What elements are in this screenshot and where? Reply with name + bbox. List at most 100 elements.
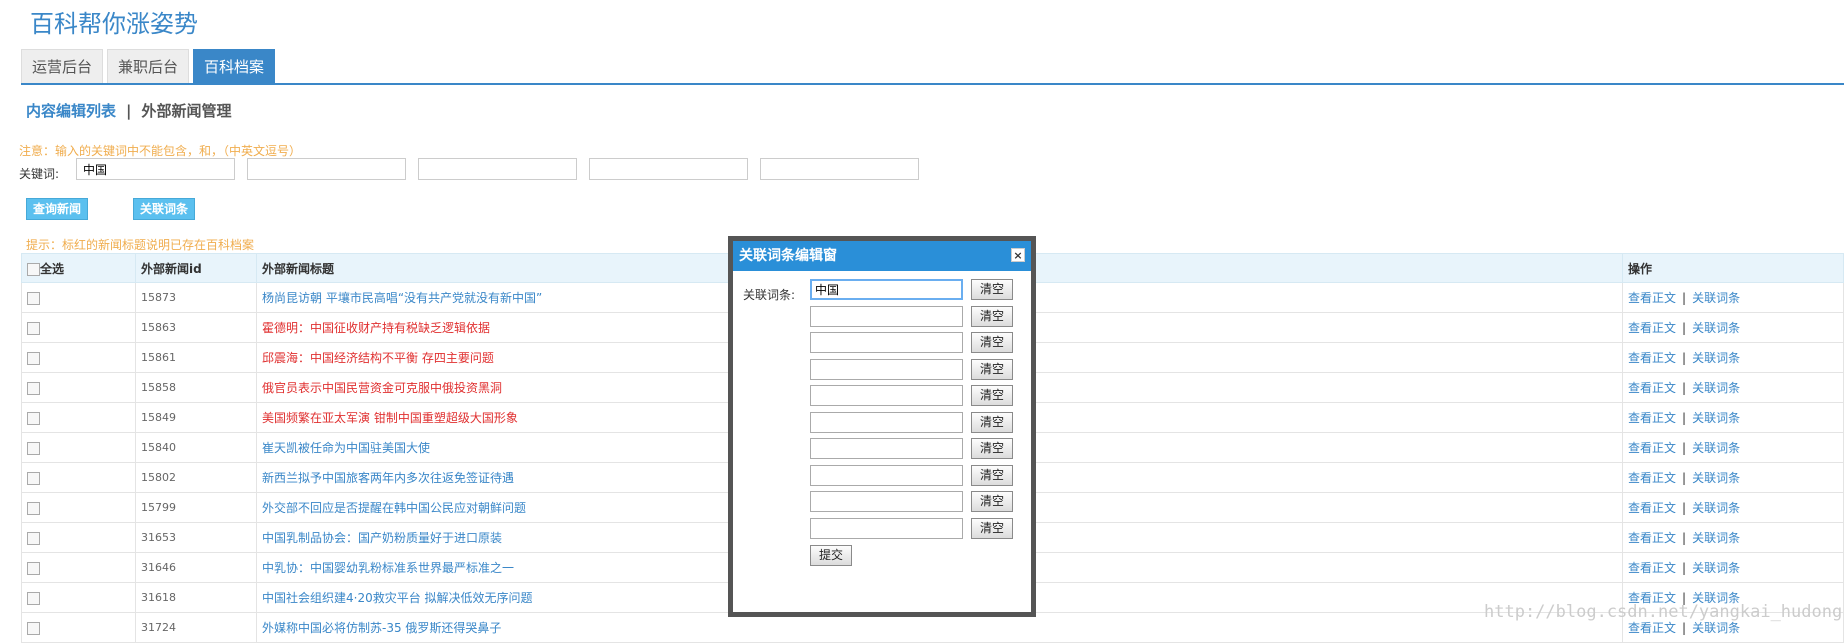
ops-separator: |: [1682, 321, 1687, 335]
link-entry-link[interactable]: 关联词条: [1692, 561, 1740, 575]
subnav-external-news[interactable]: 外部新闻管理: [142, 102, 232, 120]
row-checkbox[interactable]: [27, 351, 40, 365]
clear-button[interactable]: 清空: [971, 491, 1013, 512]
row-ops: 查看正文 | 关联词条: [1622, 342, 1844, 373]
modal-entry-input[interactable]: [810, 491, 963, 512]
row-id: 15863: [135, 312, 257, 343]
select-all-checkbox[interactable]: [27, 262, 40, 276]
row-select-cell: [21, 432, 136, 463]
subnav: 内容编辑列表 | 外部新闻管理: [26, 100, 232, 121]
query-news-button[interactable]: 查询新闻: [26, 198, 89, 220]
ops-separator: |: [1682, 411, 1687, 425]
subnav-content-list[interactable]: 内容编辑列表: [26, 102, 116, 120]
ops-separator: |: [1682, 501, 1687, 515]
row-id: 15849: [135, 402, 257, 433]
modal-entry-input[interactable]: [810, 411, 963, 433]
link-entry-link[interactable]: 关联词条: [1692, 321, 1740, 335]
row-checkbox[interactable]: [27, 321, 40, 335]
row-id: 31646: [135, 552, 257, 583]
link-entry-button[interactable]: 关联词条: [133, 198, 196, 220]
modal-entry-input[interactable]: [810, 358, 963, 380]
view-content-link[interactable]: 查看正文: [1628, 561, 1676, 575]
clear-button[interactable]: 清空: [971, 332, 1013, 353]
modal-entry-input[interactable]: [810, 517, 963, 539]
tab-encyclopedia[interactable]: 百科档案: [193, 49, 276, 85]
link-entry-link[interactable]: 关联词条: [1692, 441, 1740, 455]
link-entry-link[interactable]: 关联词条: [1692, 471, 1740, 485]
row-select-cell: [21, 372, 136, 403]
link-entry-link[interactable]: 关联词条: [1692, 351, 1740, 365]
link-entry-link[interactable]: 关联词条: [1692, 531, 1740, 545]
ops-separator: |: [1682, 441, 1687, 455]
row-ops: 查看正文 | 关联词条: [1622, 552, 1844, 583]
keyword-input-1[interactable]: [76, 158, 235, 180]
keyword-input-3[interactable]: [418, 158, 577, 180]
tab-parttime[interactable]: 兼职后台: [107, 49, 190, 85]
row-id: 15840: [135, 432, 257, 463]
clear-button[interactable]: 清空: [971, 305, 1013, 327]
tab-operations[interactable]: 运营后台: [21, 49, 104, 85]
keyword-label: 关键词:: [19, 167, 60, 181]
row-id: 15858: [135, 372, 257, 403]
view-content-link[interactable]: 查看正文: [1628, 441, 1676, 455]
modal-header: 关联词条编辑窗 ×: [733, 241, 1031, 271]
clear-button[interactable]: 清空: [971, 464, 1013, 486]
link-entry-link[interactable]: 关联词条: [1692, 291, 1740, 305]
row-checkbox[interactable]: [27, 531, 40, 545]
row-select-cell: [21, 492, 136, 523]
clear-button[interactable]: 清空: [971, 358, 1013, 380]
view-content-link[interactable]: 查看正文: [1628, 321, 1676, 335]
clear-button[interactable]: 清空: [971, 385, 1013, 406]
modal-entry-input[interactable]: [810, 464, 963, 486]
clear-button[interactable]: 清空: [971, 411, 1013, 433]
view-content-link[interactable]: 查看正文: [1628, 501, 1676, 515]
view-content-link[interactable]: 查看正文: [1628, 531, 1676, 545]
clear-button[interactable]: 清空: [971, 438, 1013, 459]
row-checkbox[interactable]: [27, 591, 40, 605]
modal-entry-input[interactable]: [810, 438, 963, 459]
site-title: 百科帮你涨姿势: [30, 10, 198, 38]
row-checkbox[interactable]: [27, 501, 40, 515]
link-entry-modal: 关联词条编辑窗 × 关联词条: 清空清空清空清空清空清空清空清空清空清空提交: [728, 236, 1036, 617]
ops-separator: |: [1682, 531, 1687, 545]
modal-entry-input[interactable]: [810, 332, 963, 353]
link-entry-link[interactable]: 关联词条: [1692, 501, 1740, 515]
red-title-hint: 提示：标红的新闻标题说明已存在百科档案: [26, 238, 255, 252]
row-select-cell: [21, 522, 136, 553]
modal-entry-input[interactable]: [810, 385, 963, 406]
link-entry-link[interactable]: 关联词条: [1692, 381, 1740, 395]
keyword-input-4[interactable]: [589, 158, 748, 180]
ops-separator: |: [1682, 381, 1687, 395]
keyword-input-2[interactable]: [247, 158, 406, 180]
row-ops: 查看正文 | 关联词条: [1622, 372, 1844, 403]
modal-entry-input[interactable]: [810, 279, 963, 300]
submit-button[interactable]: 提交: [810, 545, 852, 566]
view-content-link[interactable]: 查看正文: [1628, 381, 1676, 395]
header-ops: 操作: [1622, 253, 1844, 283]
row-checkbox[interactable]: [27, 381, 40, 395]
view-content-link[interactable]: 查看正文: [1628, 411, 1676, 425]
row-checkbox[interactable]: [27, 471, 40, 485]
row-checkbox[interactable]: [27, 561, 40, 575]
row-title-link[interactable]: 外媒称中国必将仿制苏-35 俄罗斯还得哭鼻子: [256, 612, 1623, 643]
view-content-link[interactable]: 查看正文: [1628, 471, 1676, 485]
row-ops: 查看正文 | 关联词条: [1622, 312, 1844, 343]
link-entry-link[interactable]: 关联词条: [1692, 411, 1740, 425]
row-checkbox[interactable]: [27, 441, 40, 455]
row-select-cell: [21, 282, 136, 313]
clear-button[interactable]: 清空: [971, 517, 1013, 539]
close-icon[interactable]: ×: [1011, 248, 1025, 262]
row-checkbox[interactable]: [27, 291, 40, 305]
watermark: http://blog.csdn.net/yangkai_hudong: [1484, 602, 1843, 622]
row-id: 15799: [135, 492, 257, 523]
row-checkbox[interactable]: [27, 411, 40, 425]
top-tabs: 运营后台 兼职后台 百科档案: [21, 49, 276, 85]
view-content-link[interactable]: 查看正文: [1628, 351, 1676, 365]
view-content-link[interactable]: 查看正文: [1628, 291, 1676, 305]
clear-button[interactable]: 清空: [971, 279, 1013, 300]
modal-entry-input[interactable]: [810, 305, 963, 327]
keyword-input-5[interactable]: [760, 158, 919, 180]
modal-title: 关联词条编辑窗: [739, 248, 837, 264]
row-select-cell: [21, 312, 136, 343]
row-select-cell: [21, 582, 136, 613]
